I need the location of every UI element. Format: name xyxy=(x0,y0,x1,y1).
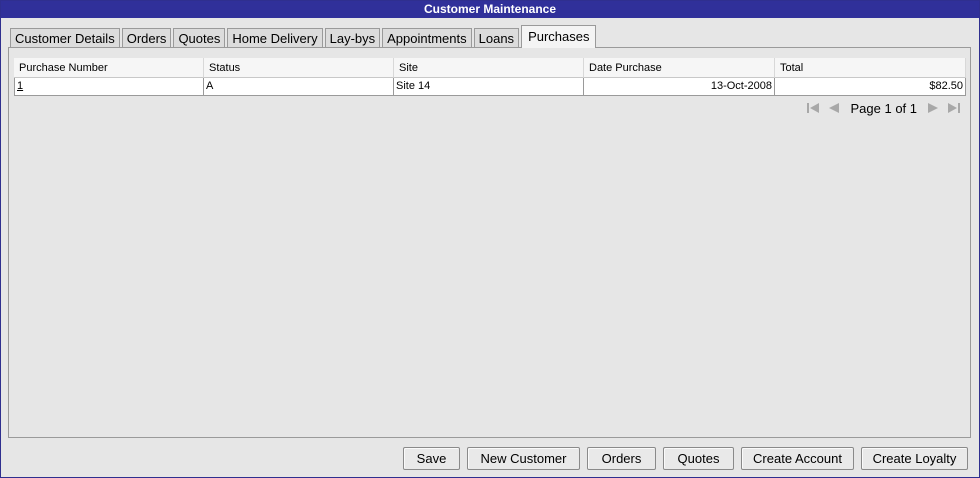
column-header-date-purchase[interactable]: Date Purchase xyxy=(584,58,775,78)
column-header-total[interactable]: Total xyxy=(775,58,966,78)
site-cell: Site 14 xyxy=(394,78,584,96)
date-purchase-cell: 13-Oct-2008 xyxy=(584,78,775,96)
first-page-icon[interactable] xyxy=(805,101,821,115)
customer-maintenance-window: Customer Maintenance Customer Details Or… xyxy=(0,0,980,478)
grid-header: Purchase Number Status Site Date Purchas… xyxy=(14,58,966,78)
tab-appointments[interactable]: Appointments xyxy=(382,28,472,48)
window-title: Customer Maintenance xyxy=(1,1,979,18)
purchases-grid: Purchase Number Status Site Date Purchas… xyxy=(14,58,966,96)
tab-customer-details[interactable]: Customer Details xyxy=(10,28,120,48)
total-cell: $82.50 xyxy=(775,78,966,96)
save-button[interactable]: Save xyxy=(403,447,460,470)
orders-button[interactable]: Orders xyxy=(587,447,656,470)
purchase-number-link[interactable]: 1 xyxy=(17,80,23,92)
tab-home-delivery[interactable]: Home Delivery xyxy=(227,28,323,48)
tab-lay-bys[interactable]: Lay-bys xyxy=(324,28,381,48)
new-customer-button[interactable]: New Customer xyxy=(467,447,580,470)
page-indicator: Page 1 of 1 xyxy=(850,100,918,116)
tab-quotes[interactable]: Quotes xyxy=(173,28,226,48)
column-header-status[interactable]: Status xyxy=(204,58,394,78)
column-header-site[interactable]: Site xyxy=(394,58,584,78)
button-bar: Save New Customer Orders Quotes Create A… xyxy=(1,447,980,471)
next-page-icon[interactable] xyxy=(926,101,942,115)
last-page-icon[interactable] xyxy=(946,101,962,115)
quotes-button[interactable]: Quotes xyxy=(663,447,734,470)
column-header-purchase-number[interactable]: Purchase Number xyxy=(14,58,204,78)
tab-loans[interactable]: Loans xyxy=(473,28,520,48)
tab-strip: Customer Details Orders Quotes Home Deli… xyxy=(10,25,598,48)
table-row[interactable]: 1 A Site 14 13-Oct-2008 $82.50 xyxy=(14,78,966,96)
status-cell: A xyxy=(204,78,394,96)
tab-orders[interactable]: Orders xyxy=(121,28,172,48)
tab-purchases[interactable]: Purchases xyxy=(521,25,597,48)
purchase-number-cell: 1 xyxy=(14,78,204,96)
prev-page-icon[interactable] xyxy=(825,101,841,115)
pager: Page 1 of 1 xyxy=(803,100,965,116)
create-account-button[interactable]: Create Account xyxy=(741,447,854,470)
create-loyalty-button[interactable]: Create Loyalty xyxy=(861,447,968,470)
purchases-panel: Purchase Number Status Site Date Purchas… xyxy=(8,47,971,438)
